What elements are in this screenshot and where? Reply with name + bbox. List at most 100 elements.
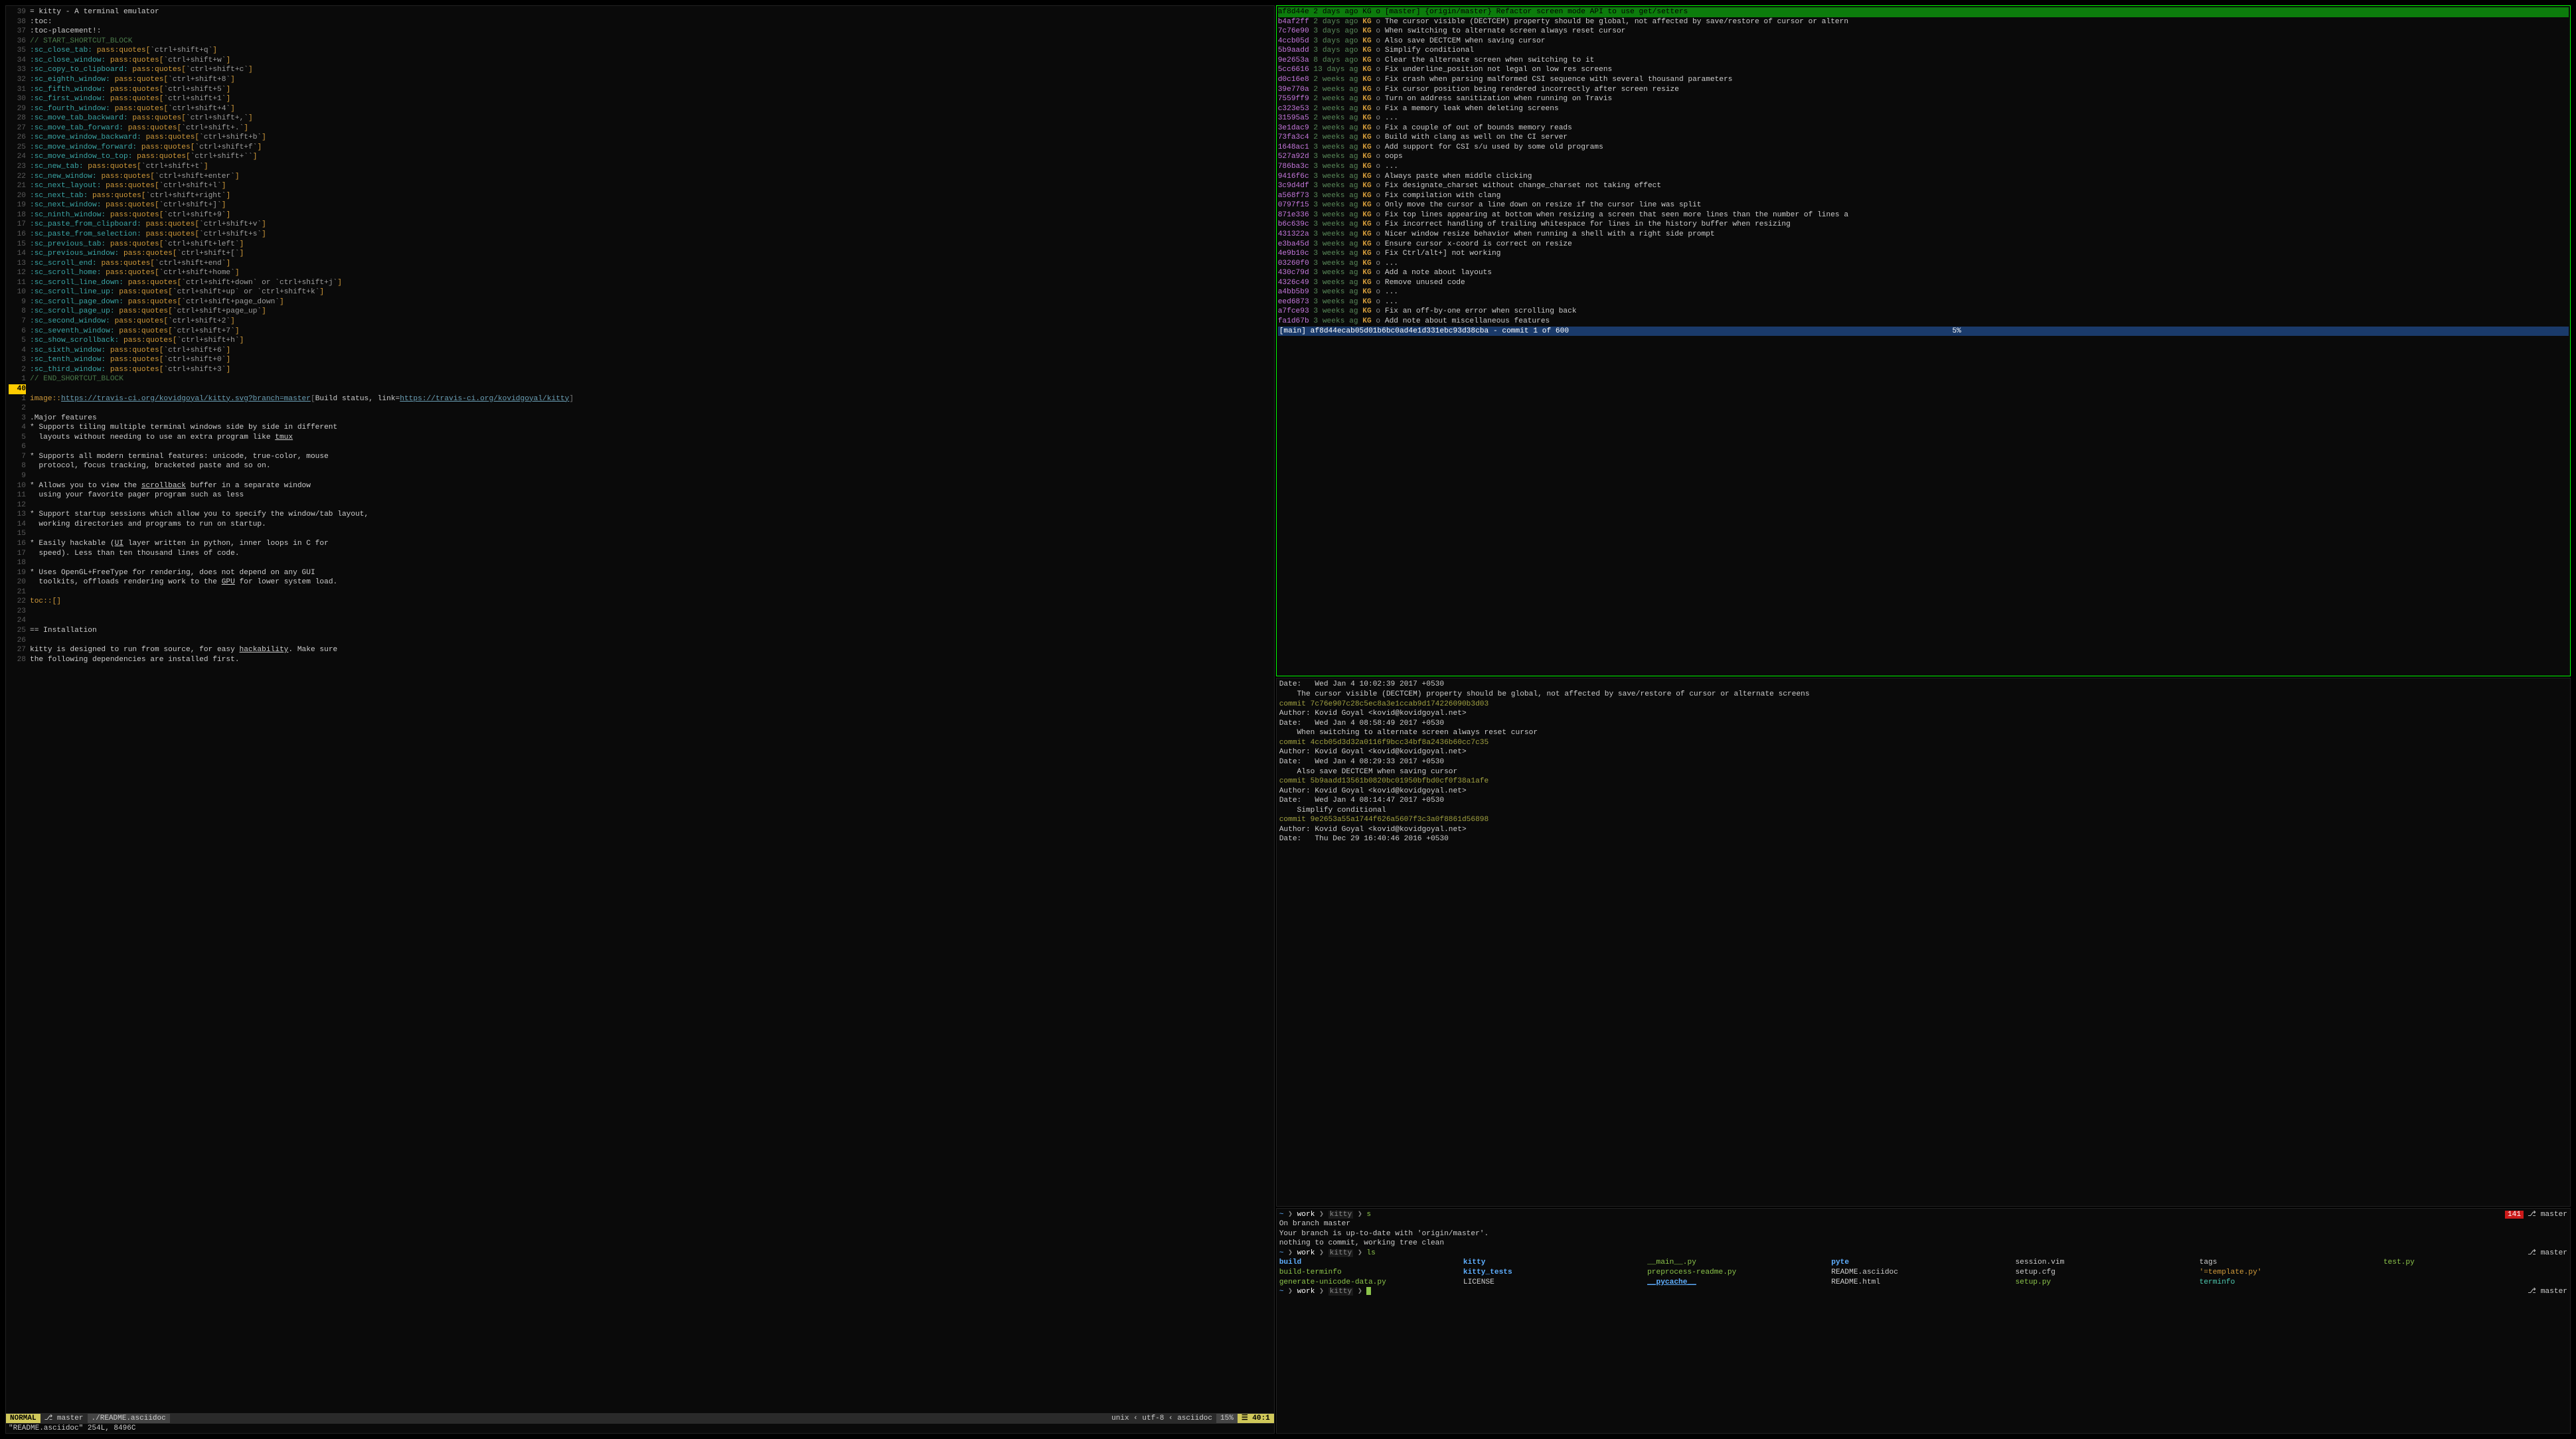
editor-line: 36// START_SHORTCUT_BLOCK <box>9 37 1271 46</box>
editor-line: 27:sc_move_tab_forward: pass:quotes[`ctr… <box>9 123 1271 133</box>
ls-entry: terminfo <box>2200 1278 2383 1288</box>
ls-entry: build <box>1279 1258 1463 1268</box>
editor-line: 18:sc_ninth_window: pass:quotes[`ctrl+sh… <box>9 210 1271 220</box>
commit-header: commit 5b9aadd13561b0820bc01950bfbd0cf0f… <box>1279 777 2567 787</box>
editor-line: 13:sc_scroll_end: pass:quotes[`ctrl+shif… <box>9 259 1271 269</box>
detail-line: Date: Wed Jan 4 08:29:33 2017 +0530 <box>1279 757 2567 767</box>
git-log-row[interactable]: 7c76e90 3 days ago KG o When switching t… <box>1278 27 2569 37</box>
detail-line: Author: Kovid Goyal <kovid@kovidgoyal.ne… <box>1279 709 2567 719</box>
editor-content[interactable]: 39= kitty - A terminal emulator38:toc:37… <box>6 6 1274 666</box>
git-log-row[interactable]: 39e770a 2 weeks ag KG o Fix cursor posit… <box>1278 85 2569 95</box>
git-log-row[interactable]: b4af2ff 2 days ago KG o The cursor visib… <box>1278 17 2569 27</box>
shell-output: nothing to commit, working tree clean <box>1279 1239 2567 1249</box>
vim-percent: 15% <box>1216 1414 1238 1423</box>
ls-entry <box>2383 1278 2567 1288</box>
git-log-row[interactable]: 4326c49 3 weeks ag KG o Remove unused co… <box>1278 278 2569 288</box>
ls-output: buildkitty__main__.pypytesession.vimtags… <box>1279 1258 2567 1287</box>
git-log-row[interactable]: 3c9d4df 3 weeks ag KG o Fix designate_ch… <box>1278 181 2569 191</box>
git-log-row[interactable]: 527a92d 3 weeks ag KG o oops <box>1278 152 2569 162</box>
detail-line: Author: Kovid Goyal <kovid@kovidgoyal.ne… <box>1279 825 2567 835</box>
shell-pane[interactable]: ~ ❯ work ❯ kitty ❯ s141⎇ masterOn branch… <box>1276 1208 2571 1434</box>
git-log-row[interactable]: d0c16e8 2 weeks ag KG o Fix crash when p… <box>1278 75 2569 85</box>
ls-entry: README.html <box>1831 1278 2015 1288</box>
vim-editor-pane[interactable]: 39= kitty - A terminal emulator38:toc:37… <box>5 5 1275 1434</box>
editor-line: 24:sc_move_window_to_top: pass:quotes[`c… <box>9 152 1271 162</box>
editor-line: 7* Supports all modern terminal features… <box>9 452 1271 462</box>
git-log-row[interactable]: 3e1dac9 2 weeks ag KG o Fix a couple of … <box>1278 123 2569 133</box>
detail-line: The cursor visible (DECTCEM) property sh… <box>1279 690 2567 700</box>
git-log-row[interactable]: a7fce93 3 weeks ag KG o Fix an off-by-on… <box>1278 307 2569 317</box>
git-log-row[interactable]: e3ba45d 3 weeks ag KG o Ensure cursor x-… <box>1278 240 2569 250</box>
editor-line: 17 speed). Less than ten thousand lines … <box>9 549 1271 559</box>
git-log-row[interactable]: 430c79d 3 weeks ag KG o Add a note about… <box>1278 268 2569 278</box>
commit-header: commit 9e2653a55a1744f626a5607f3c3a0f886… <box>1279 815 2567 825</box>
shell-output: Your branch is up-to-date with 'origin/m… <box>1279 1229 2567 1239</box>
editor-line: 12 <box>9 500 1271 510</box>
editor-line: 16* Easily hackable (UI layer written in… <box>9 539 1271 549</box>
ls-entry: kitty_tests <box>1463 1268 1647 1278</box>
editor-line: 10* Allows you to view the scrollback bu… <box>9 481 1271 491</box>
editor-line: 13* Support startup sessions which allow… <box>9 510 1271 520</box>
editor-line: 19* Uses OpenGL+FreeType for rendering, … <box>9 568 1271 578</box>
git-log-row[interactable]: 871e336 3 weeks ag KG o Fix top lines ap… <box>1278 210 2569 220</box>
git-log-row[interactable]: eed6873 3 weeks ag KG o ... <box>1278 297 2569 307</box>
editor-line: 15 <box>9 529 1271 539</box>
editor-line: 6 <box>9 442 1271 452</box>
ls-entry: preprocess-readme.py <box>1647 1268 1831 1278</box>
detail-line: Date: Thu Dec 29 16:40:46 2016 +0530 <box>1279 834 2567 844</box>
editor-line: 11 using your favorite pager program suc… <box>9 491 1271 500</box>
editor-line: 39= kitty - A terminal emulator <box>9 7 1271 17</box>
vim-command-line[interactable]: "README.asciidoc" 254L, 8496C <box>6 1424 1274 1433</box>
editor-line: 2:sc_third_window: pass:quotes[`ctrl+shi… <box>9 365 1271 375</box>
vim-status-bar: NORMAL ⎇ master ./README.asciidoc unix ‹… <box>6 1413 1274 1424</box>
git-log-row[interactable]: 31595a5 2 weeks ag KG o ... <box>1278 114 2569 123</box>
git-log-row[interactable]: 7559ff9 2 weeks ag KG o Turn on address … <box>1278 94 2569 104</box>
detail-line: Author: Kovid Goyal <kovid@kovidgoyal.ne… <box>1279 747 2567 757</box>
editor-line: 16:sc_paste_from_selection: pass:quotes[… <box>9 230 1271 240</box>
git-log-row[interactable]: 9416f6c 3 weeks ag KG o Always paste whe… <box>1278 172 2569 182</box>
vim-position: ☰ 40:1 <box>1238 1414 1274 1423</box>
git-log-head-row[interactable]: af8d44e 2 days ago KG o [master] {origin… <box>1278 7 2569 17</box>
git-log-row[interactable]: 5b9aadd 3 days ago KG o Simplify conditi… <box>1278 46 2569 56</box>
editor-line: 1image::https://travis-ci.org/kovidgoyal… <box>9 394 1271 404</box>
editor-line: 20:sc_next_tab: pass:quotes[`ctrl+shift+… <box>9 191 1271 201</box>
editor-line: 7:sc_second_window: pass:quotes[`ctrl+sh… <box>9 317 1271 327</box>
git-log-row[interactable]: 0797f15 3 weeks ag KG o Only move the cu… <box>1278 200 2569 210</box>
git-log-row[interactable]: 4ccb05d 3 days ago KG o Also save DECTCE… <box>1278 37 2569 46</box>
git-log-row[interactable]: 9e2653a 8 days ago KG o Clear the altern… <box>1278 56 2569 66</box>
shell-prompt[interactable]: ~ ❯ work ❯ kitty ❯ ⎇ master <box>1279 1287 2567 1297</box>
git-log-row[interactable]: 73fa3c4 2 weeks ag KG o Build with clang… <box>1278 133 2569 143</box>
git-detail-pane[interactable]: Date: Wed Jan 4 10:02:39 2017 +0530 The … <box>1276 678 2571 1206</box>
git-log-row[interactable]: a568f73 3 weeks ag KG o Fix compilation … <box>1278 191 2569 201</box>
commit-header: commit 7c76e907c28c5ec8a3e1ccab9d1742260… <box>1279 700 2567 710</box>
detail-line: Date: Wed Jan 4 10:02:39 2017 +0530 <box>1279 680 2567 690</box>
vim-mode: NORMAL <box>6 1414 40 1423</box>
editor-line: 5 layouts without needing to use an extr… <box>9 433 1271 443</box>
editor-line: 3:sc_tenth_window: pass:quotes[`ctrl+shi… <box>9 355 1271 365</box>
editor-line: 14:sc_previous_window: pass:quotes[`ctrl… <box>9 249 1271 259</box>
git-log-row[interactable]: 03260f0 3 weeks ag KG o ... <box>1278 259 2569 269</box>
editor-line: 24 <box>9 616 1271 626</box>
ls-entry: tags <box>2200 1258 2383 1268</box>
git-log-row[interactable]: a4bb5b9 3 weeks ag KG o ... <box>1278 287 2569 297</box>
shell-prompt[interactable]: ~ ❯ work ❯ kitty ❯ s141⎇ master <box>1279 1210 2567 1220</box>
editor-line: 26 <box>9 636 1271 646</box>
detail-line: Also save DECTCEM when saving cursor <box>1279 767 2567 777</box>
editor-line: 34:sc_close_window: pass:quotes[`ctrl+sh… <box>9 56 1271 66</box>
editor-line: 8:sc_scroll_page_up: pass:quotes[`ctrl+s… <box>9 307 1271 317</box>
editor-line: 23 <box>9 607 1271 617</box>
git-log-row[interactable]: b6c639c 3 weeks ag KG o Fix incorrect ha… <box>1278 220 2569 230</box>
git-log-row[interactable]: 5cc6616 13 days ag KG o Fix underline_po… <box>1278 65 2569 75</box>
git-log-pane[interactable]: af8d44e 2 days ago KG o [master] {origin… <box>1276 5 2571 676</box>
commit-header: commit 4ccb05d3d32a0116f9bcc34bf8a2436b6… <box>1279 738 2567 748</box>
git-log-row[interactable]: fa1d67b 3 weeks ag KG o Add note about m… <box>1278 317 2569 327</box>
editor-line: 8 protocol, focus tracking, bracketed pa… <box>9 461 1271 471</box>
git-log-row[interactable]: 431322a 3 weeks ag KG o Nicer window res… <box>1278 230 2569 240</box>
git-log-row[interactable]: c323e53 2 weeks ag KG o Fix a memory lea… <box>1278 104 2569 114</box>
shell-prompt[interactable]: ~ ❯ work ❯ kitty ❯ ls⎇ master <box>1279 1249 2567 1258</box>
git-log-row[interactable]: 4e9b10c 3 weeks ag KG o Fix Ctrl/alt+] n… <box>1278 249 2569 259</box>
git-log-row[interactable]: 786ba3c 3 weeks ag KG o ... <box>1278 162 2569 172</box>
editor-line: 10:sc_scroll_line_up: pass:quotes[`ctrl+… <box>9 287 1271 297</box>
git-log-row[interactable]: 1648ac1 3 weeks ag KG o Add support for … <box>1278 143 2569 153</box>
editor-line: 30:sc_first_window: pass:quotes[`ctrl+sh… <box>9 94 1271 104</box>
